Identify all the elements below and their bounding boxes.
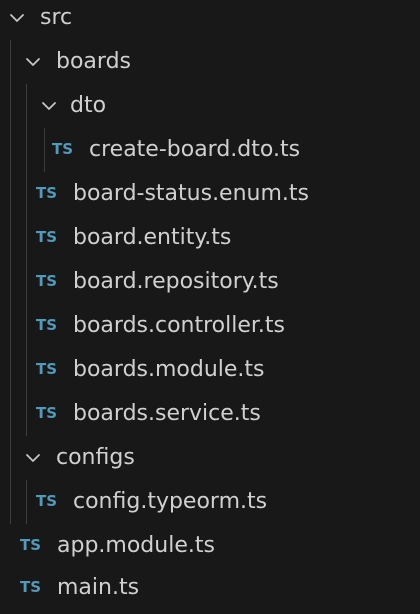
folder-configs[interactable]: configs — [0, 436, 420, 480]
typescript-file-icon: TS — [36, 359, 58, 378]
file-label: board-status.enum.ts — [73, 181, 309, 206]
typescript-file-icon: TS — [20, 535, 42, 554]
folder-label: configs — [56, 445, 135, 470]
folder-label: boards — [56, 49, 131, 74]
typescript-file-icon: TS — [20, 577, 42, 596]
file-app-module[interactable]: TS app.module.ts — [0, 524, 420, 568]
chevron-down-icon[interactable] — [38, 95, 60, 117]
file-board-status-enum[interactable]: TS board-status.enum.ts — [0, 172, 420, 216]
file-label: boards.service.ts — [73, 401, 261, 426]
typescript-file-icon: TS — [36, 227, 58, 246]
file-label: main.ts — [57, 575, 140, 600]
folder-boards[interactable]: boards — [0, 40, 420, 84]
file-boards-module[interactable]: TS boards.module.ts — [0, 348, 420, 392]
file-config-typeorm[interactable]: TS config.typeorm.ts — [0, 480, 420, 524]
folder-dto[interactable]: dto — [0, 84, 420, 128]
folder-label: dto — [70, 93, 107, 118]
chevron-down-icon[interactable] — [22, 51, 44, 73]
folder-src[interactable]: src — [0, 0, 420, 40]
file-label: create-board.dto.ts — [89, 137, 301, 162]
file-boards-controller[interactable]: TS boards.controller.ts — [0, 304, 420, 348]
chevron-down-icon[interactable] — [6, 7, 28, 29]
folder-label: src — [40, 5, 73, 30]
typescript-file-icon: TS — [36, 403, 58, 422]
file-label: board.entity.ts — [73, 225, 232, 250]
file-explorer: src boards dto TS create-board.dto.ts TS… — [0, 0, 420, 614]
typescript-file-icon: TS — [36, 315, 58, 334]
file-board-entity[interactable]: TS board.entity.ts — [0, 216, 420, 260]
file-create-board-dto[interactable]: TS create-board.dto.ts — [0, 128, 420, 172]
file-boards-service[interactable]: TS boards.service.ts — [0, 392, 420, 436]
file-label: board.repository.ts — [73, 269, 279, 294]
file-board-repository[interactable]: TS board.repository.ts — [0, 260, 420, 304]
typescript-file-icon: TS — [36, 491, 58, 510]
file-label: boards.controller.ts — [73, 313, 285, 338]
file-main[interactable]: TS main.ts — [0, 566, 420, 610]
typescript-file-icon: TS — [36, 183, 58, 202]
file-label: config.typeorm.ts — [73, 489, 268, 514]
typescript-file-icon: TS — [52, 139, 74, 158]
file-label: app.module.ts — [57, 533, 215, 558]
chevron-down-icon[interactable] — [22, 447, 44, 469]
typescript-file-icon: TS — [36, 271, 58, 290]
file-label: boards.module.ts — [73, 357, 265, 382]
